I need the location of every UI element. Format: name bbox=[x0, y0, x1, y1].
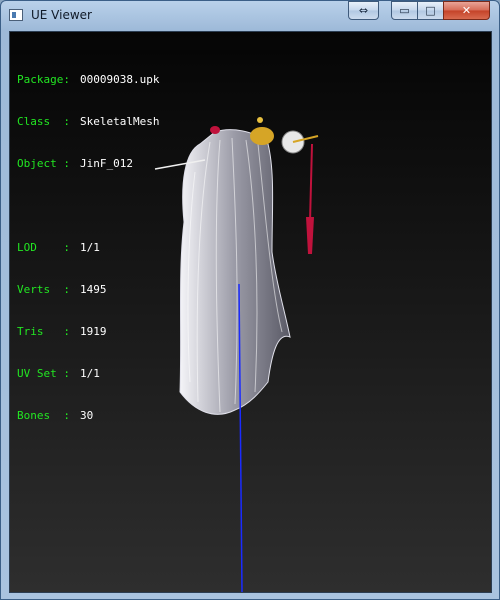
app-window-icon bbox=[9, 9, 23, 21]
app-window: UE Viewer ⇔ ▭ □ ✕ Package: 00009038.upk … bbox=[0, 0, 500, 600]
lod-label: LOD : bbox=[17, 241, 70, 254]
gold-ornament bbox=[250, 127, 274, 145]
3d-viewport[interactable]: Package: 00009038.upk Class : SkeletalMesh… bbox=[9, 31, 492, 593]
bones-label: Bones : bbox=[17, 409, 70, 422]
bones-value: 30 bbox=[80, 409, 94, 422]
maximize-icon: □ bbox=[425, 4, 436, 17]
tassel bbox=[306, 217, 314, 254]
minimize-icon: ▭ bbox=[399, 4, 410, 17]
verts-value: 1495 bbox=[80, 283, 107, 296]
package-value: 00009038.upk bbox=[80, 73, 160, 86]
close-button[interactable]: ✕ bbox=[443, 1, 490, 20]
maximize-button[interactable]: □ bbox=[417, 1, 444, 20]
minimize-button[interactable]: ▭ bbox=[391, 1, 418, 20]
tassel-cord bbox=[309, 143, 313, 223]
restore-button[interactable]: ⇔ bbox=[348, 1, 379, 20]
title-bar[interactable]: UE Viewer ⇔ ▭ □ ✕ bbox=[1, 1, 499, 31]
close-icon: ✕ bbox=[461, 4, 472, 17]
lod-value: 1/1 bbox=[80, 241, 100, 254]
verts-label: Verts : bbox=[17, 283, 70, 296]
tris-value: 1919 bbox=[80, 325, 107, 338]
package-label: Package: bbox=[17, 73, 70, 86]
tris-label: Tris : bbox=[17, 325, 70, 338]
class-label: Class : bbox=[17, 115, 70, 128]
uvset-label: UV Set : bbox=[17, 367, 70, 380]
class-value: SkeletalMesh bbox=[80, 115, 160, 128]
object-value: JinF_012 bbox=[80, 157, 133, 170]
hair-mesh bbox=[179, 129, 291, 415]
mesh-info-panel: Package: 00009038.upk Class : SkeletalMesh… bbox=[17, 45, 159, 451]
red-flower bbox=[210, 126, 220, 134]
object-label: Object : bbox=[17, 157, 70, 170]
window-title: UE Viewer bbox=[31, 8, 92, 22]
uvset-value: 1/1 bbox=[80, 367, 100, 380]
restore-icon: ⇔ bbox=[358, 4, 369, 17]
